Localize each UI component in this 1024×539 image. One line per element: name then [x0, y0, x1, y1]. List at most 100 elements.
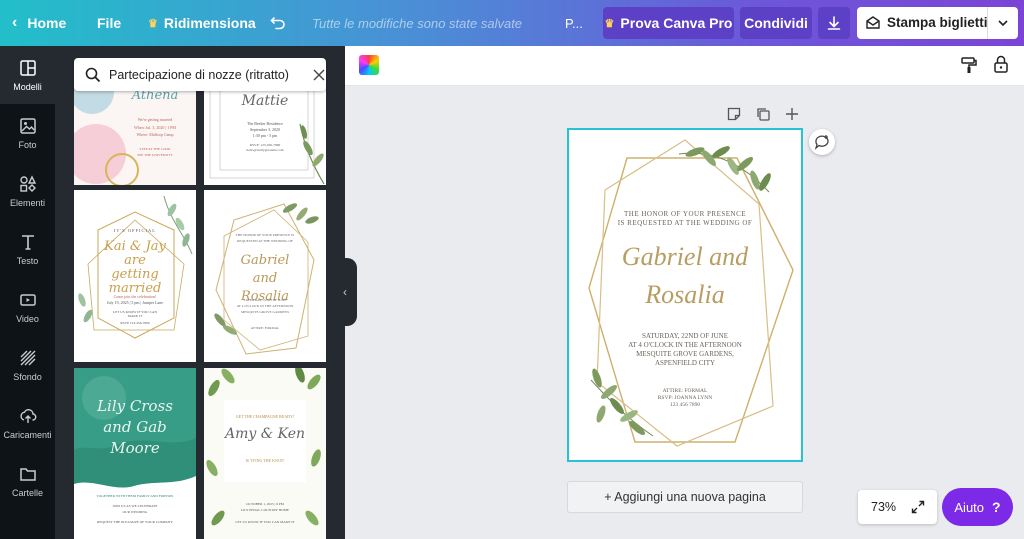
invitation-date[interactable]: SATURDAY, 22ND OF JUNE [569, 332, 801, 340]
invitation-phone[interactable]: 123 456 7890 [569, 402, 801, 408]
add-comment-button[interactable] [809, 129, 835, 155]
help-button[interactable]: Aiuto ? [942, 488, 1013, 526]
folder-icon [19, 467, 36, 481]
template-card[interactable]: Lily Cross and Gab Moore TOGETHER WITH T… [74, 368, 196, 539]
elements-icon [19, 174, 36, 192]
templates-panel: Athena We're getting married When: Jul. … [55, 46, 345, 539]
rail-item-background[interactable]: Sfondo [0, 336, 55, 394]
top-bar: ‹ Home File ♛ Ridimensiona Tutte le modi… [0, 0, 1024, 46]
collapse-panel-button[interactable]: ‹ [333, 258, 357, 326]
comment-plus-icon [814, 135, 829, 150]
template-title: Kai & Jay are getting married [104, 239, 166, 296]
download-button[interactable] [818, 7, 850, 39]
rail-item-folders[interactable]: Cartelle [0, 452, 55, 510]
note-icon [727, 107, 741, 121]
template-text: SATURDAY, 22ND OF JUNE [243, 298, 287, 302]
zoom-control[interactable]: 73% [858, 490, 937, 524]
design-page[interactable]: THE HONOR OF YOUR PRESENCE IS REQUESTED … [567, 128, 803, 462]
template-title: Mattie [241, 93, 289, 109]
add-page-icon-button[interactable] [783, 105, 801, 123]
invitation-rsvp[interactable]: RSVP: JOANNA LYNN [569, 395, 801, 401]
color-picker-button[interactable] [359, 55, 379, 75]
rail-item-video[interactable]: Video [0, 278, 55, 336]
print-cards-label: Stampa biglietti [887, 15, 988, 30]
fullscreen-icon[interactable] [911, 500, 925, 514]
leaf-decoration [206, 368, 321, 526]
template-card[interactable]: Athena We're getting married When: Jul. … [74, 84, 196, 185]
home-button[interactable]: ‹ Home [12, 0, 66, 46]
rail-label: Cartelle [11, 487, 43, 498]
text-icon [21, 234, 34, 250]
undo-button[interactable] [270, 0, 286, 46]
chevron-left-icon: ‹ [12, 14, 18, 31]
invitation-city[interactable]: ASPENFIELD CITY [569, 359, 801, 367]
invitation-attire[interactable]: ATTIRE: FORMAL [569, 388, 801, 394]
template-text: JOIN US AS WE CELEBRATE [112, 504, 158, 508]
rail-item-text[interactable]: Testo [0, 220, 55, 278]
template-text: LET US KNOW IF YOU CAN MAKE IT [113, 310, 157, 318]
leaf-branch-top [678, 146, 771, 193]
template-text: Come join the celebration! [113, 294, 157, 299]
rail-item-templates[interactable]: Modelli [0, 46, 55, 104]
rail-item-elements[interactable]: Elementi [0, 162, 55, 220]
background-icon [20, 350, 35, 365]
close-icon[interactable] [313, 69, 325, 81]
share-label: Condividi [744, 15, 808, 31]
couple-name-2[interactable]: Rosalia [569, 280, 801, 310]
rail-label: Caricamenti [3, 429, 52, 440]
rail-label: Video [16, 313, 39, 324]
invitation-intro-2[interactable]: IS REQUESTED AT THE WEDDING OF [569, 219, 801, 227]
save-status: Tutte le modifiche sono state salvate [312, 15, 523, 31]
template-text: REQUEST THE PLEASURE OF YOUR COMPANY [97, 520, 173, 524]
template-text: IT'S OFFICIAL [114, 228, 156, 233]
chevron-down-icon[interactable] [997, 18, 1009, 28]
try-pro-button[interactable]: ♛ Prova Canva Pro [603, 7, 734, 39]
paint-roller-icon[interactable] [960, 56, 978, 74]
upload-icon [19, 408, 36, 423]
resize-button[interactable]: ♛ Ridimensiona [148, 0, 256, 46]
print-cards-button[interactable]: Stampa biglietti [857, 7, 1018, 39]
template-card[interactable]: GET THE CHAMPAGNE READY! Amy & Ken IS TY… [204, 368, 326, 539]
search-input[interactable] [109, 67, 299, 82]
share-button[interactable]: Condividi [740, 7, 812, 39]
rail-label: Elementi [9, 197, 45, 208]
template-text: July 19, 2025 | 5 pm | Juniper Lane [106, 300, 164, 305]
home-label: Home [27, 15, 67, 31]
template-card[interactable]: Mattie The Beeker Residence September 3,… [204, 84, 326, 185]
template-text: The Beeker Residence [247, 121, 283, 126]
rail-label: Modelli [13, 81, 42, 92]
template-text: TOGETHER WITH THEIR FAMILY AND FRIENDS [96, 494, 174, 498]
search-bar[interactable] [74, 58, 326, 91]
template-text: Where: Mulloop Camp [136, 132, 174, 137]
invitation-time[interactable]: AT 4 O'CLOCK IN THE AFTERNOON [569, 341, 801, 349]
rail-label: Testo [16, 255, 39, 266]
template-card[interactable]: THE HONOR OF YOUR PRESENCE IS REQUESTED … [204, 190, 326, 362]
download-icon [827, 16, 841, 30]
editor-toolbar [345, 46, 1024, 86]
page-notes-button[interactable] [725, 105, 743, 123]
couple-name-1[interactable]: Gabriel and [569, 242, 801, 272]
duplicate-page-button[interactable] [754, 105, 772, 123]
file-label: File [97, 15, 122, 31]
plus-icon [786, 108, 798, 120]
template-card[interactable]: IT'S OFFICIAL Kai & Jay are getting marr… [74, 190, 196, 362]
help-icon: ? [992, 499, 1001, 515]
lock-icon[interactable] [993, 55, 1009, 73]
invitation-intro-1[interactable]: THE HONOR OF YOUR PRESENCE [569, 210, 801, 218]
rail-label: Foto [18, 139, 37, 150]
add-page-button[interactable]: + Aggiungi una nuova pagina [567, 481, 803, 513]
zoom-level[interactable]: 73% [871, 500, 896, 514]
invitation-venue[interactable]: MESQUITE GROVE GARDENS, [569, 350, 801, 358]
template-text: IS TYING THE KNOT! [245, 458, 285, 463]
rail-item-uploads[interactable]: Caricamenti [0, 394, 55, 452]
document-title[interactable]: P... [565, 0, 583, 46]
side-rail: Modelli Foto Elementi Testo Video Sfondo… [0, 46, 55, 539]
template-text: When: Jul. 3, 2020 | 1 PM [134, 125, 176, 130]
divider [987, 7, 988, 39]
duplicate-icon [757, 108, 770, 121]
add-page-label: + Aggiungi una nuova pagina [604, 490, 766, 504]
photo-icon [19, 117, 36, 134]
file-menu[interactable]: File [97, 0, 121, 46]
template-text: ATTIRE: FORMAL [250, 326, 280, 330]
rail-item-photos[interactable]: Foto [0, 104, 55, 162]
